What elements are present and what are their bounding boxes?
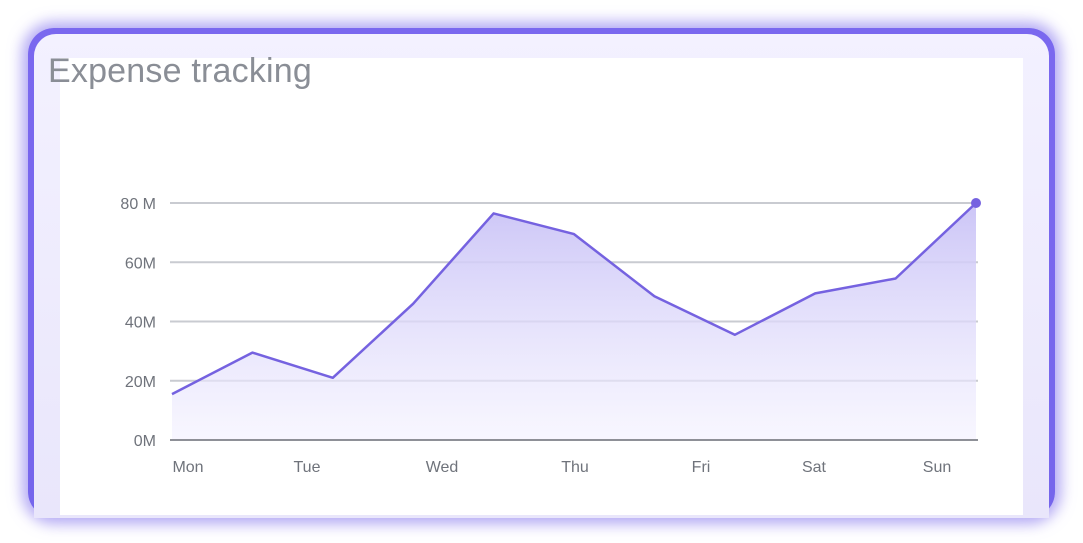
- y-tick-label: 40M: [125, 315, 156, 332]
- x-tick-label: Fri: [692, 459, 711, 476]
- x-tick-label: Mon: [172, 459, 203, 476]
- x-tick-label: Sun: [923, 459, 951, 476]
- x-tick-label: Wed: [426, 459, 459, 476]
- data-point: [572, 232, 576, 236]
- data-point: [652, 294, 656, 298]
- highlighted-data-point[interactable]: [971, 198, 981, 208]
- data-point: [733, 333, 737, 337]
- data-point: [894, 277, 898, 281]
- data-point: [331, 376, 335, 380]
- expense-line-chart: 0M 20M 40M 60M 80 M Mon Tue Wed Thu Fri Sat Sun: [120, 196, 981, 476]
- data-point: [492, 211, 496, 215]
- y-tick-label: 80 M: [120, 196, 156, 213]
- y-tick-label: 60M: [125, 255, 156, 272]
- data-point: [813, 291, 817, 295]
- data-point: [250, 351, 254, 355]
- x-tick-label: Tue: [294, 459, 321, 476]
- data-point: [170, 392, 174, 396]
- x-tick-label: Sat: [802, 459, 827, 476]
- y-tick-label: 0M: [134, 433, 156, 450]
- data-point: [411, 302, 415, 306]
- y-tick-label: 20M: [125, 374, 156, 391]
- x-tick-label: Thu: [561, 459, 589, 476]
